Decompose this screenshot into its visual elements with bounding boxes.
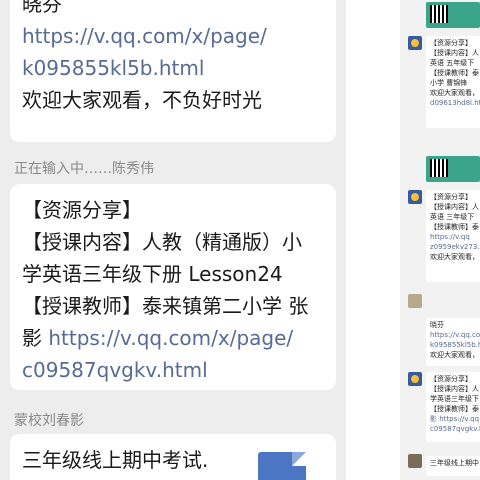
- thumb-link: c09587qvgkv.h: [430, 425, 480, 433]
- avatar: [408, 36, 422, 50]
- thumb-line: 英语 三年级下: [430, 213, 475, 221]
- thumbnail-message[interactable]: 【资源分享】 【授课内容】人 英语 五年级下 【授课教师】泰 小学 曹锦锋 欢迎…: [426, 36, 480, 128]
- message-text: 欢迎大家观看，不负好时光: [22, 88, 262, 112]
- chat-pane: 晓芬 https://v.qq.com/x/page/ k095855kl5b.…: [0, 0, 346, 480]
- avatar: [408, 190, 422, 204]
- thumbnail-message[interactable]: 三年级线上期中: [426, 456, 480, 476]
- video-link-continued[interactable]: c09587qvgkv.html: [22, 354, 324, 386]
- message-bubble: 【资源分享】 【授课内容】人教（精通版）小 学英语三年级下册 Lesson24 …: [10, 184, 336, 390]
- thumbnail-message[interactable]: 【资源分享】 【授课内容】人 英语 三年级下 【授课教师】泰 https://v…: [426, 190, 480, 282]
- thumb-line: 小学 曹锦锋: [430, 79, 468, 87]
- message-text: 【授课教师】泰来镇第二小学 张: [22, 294, 309, 318]
- message-text: 晓芬: [22, 0, 62, 16]
- thumbnail-message[interactable]: 【资源分享】 【授课内容】人 学英语三年级下 【授课教师】泰 影 https:/…: [426, 372, 480, 442]
- thumb-line: 【授课教师】泰: [430, 405, 479, 413]
- typing-status: 正在输入中……陈秀伟: [14, 161, 154, 177]
- thumb-link: https://v.qq: [430, 233, 470, 241]
- avatar: [408, 294, 422, 308]
- thumbnail-column: 【资源分享】 【授课内容】人 英语 五年级下 【授课教师】泰 小学 曹锦锋 欢迎…: [400, 0, 480, 480]
- qr-code-image: [426, 2, 480, 28]
- link-line: https://v.qq.com/x/page/: [22, 24, 267, 48]
- file-message-bubble[interactable]: 三年级线上期中考试.: [10, 434, 336, 480]
- thumb-line: 欢迎大家观看，: [430, 253, 479, 261]
- thumb-line: 欢迎大家观看，: [430, 351, 479, 359]
- message-text: 【资源分享】: [22, 198, 142, 222]
- video-link[interactable]: https://v.qq.com/x/page/: [48, 326, 293, 350]
- thumb-line: 欢迎大家观看，: [430, 89, 479, 97]
- thumb-link: k095855kl5b.ht: [430, 341, 480, 349]
- avatar: [408, 454, 422, 468]
- avatar: [408, 372, 422, 386]
- thumb-line: 【资源分享】: [430, 193, 472, 201]
- message-text: 【授课内容】人教（精通版）小: [22, 230, 302, 254]
- thumb-line: 【资源分享】: [430, 39, 472, 47]
- thumb-line: 【授课内容】人: [430, 385, 479, 393]
- thumb-line: 英语 五年级下: [430, 59, 475, 67]
- thumb-link: d09613hd8l.html: [430, 99, 480, 107]
- thumb-line: 【授课教师】泰: [430, 223, 479, 231]
- link-line: k095855kl5b.html: [22, 56, 205, 80]
- thumb-line: 【授课内容】人: [430, 49, 479, 57]
- video-link[interactable]: https://v.qq.com/x/page/ k095855kl5b.htm…: [22, 20, 324, 84]
- sender-name: 蒙校刘春影: [14, 413, 84, 429]
- thumb-line: 【授课教师】泰: [430, 69, 479, 77]
- message-bubble: 晓芬 https://v.qq.com/x/page/ k095855kl5b.…: [10, 0, 336, 142]
- thumb-line: 学英语三年级下: [430, 395, 479, 403]
- message-text: 学英语三年级下册 Lesson24: [22, 262, 283, 286]
- thumb-line: 【资源分享】: [430, 375, 472, 383]
- divider: [346, 0, 400, 480]
- thumb-link: 影 https://v.qq: [430, 415, 480, 423]
- thumb-line: 三年级线上期中: [430, 459, 479, 467]
- document-icon: [258, 452, 306, 480]
- qr-code-image: [426, 156, 480, 182]
- thumbnail-message[interactable]: 晓芬 https://v.qq.co k095855kl5b.ht 欢迎大家观看…: [426, 318, 480, 366]
- thumb-line: 【授课内容】人: [430, 203, 479, 211]
- thumb-line: 晓芬: [430, 321, 444, 329]
- thumb-link: https://v.qq.co: [430, 331, 480, 339]
- thumb-link: z0959ekv273.h: [430, 243, 480, 251]
- message-text: 影: [22, 326, 49, 350]
